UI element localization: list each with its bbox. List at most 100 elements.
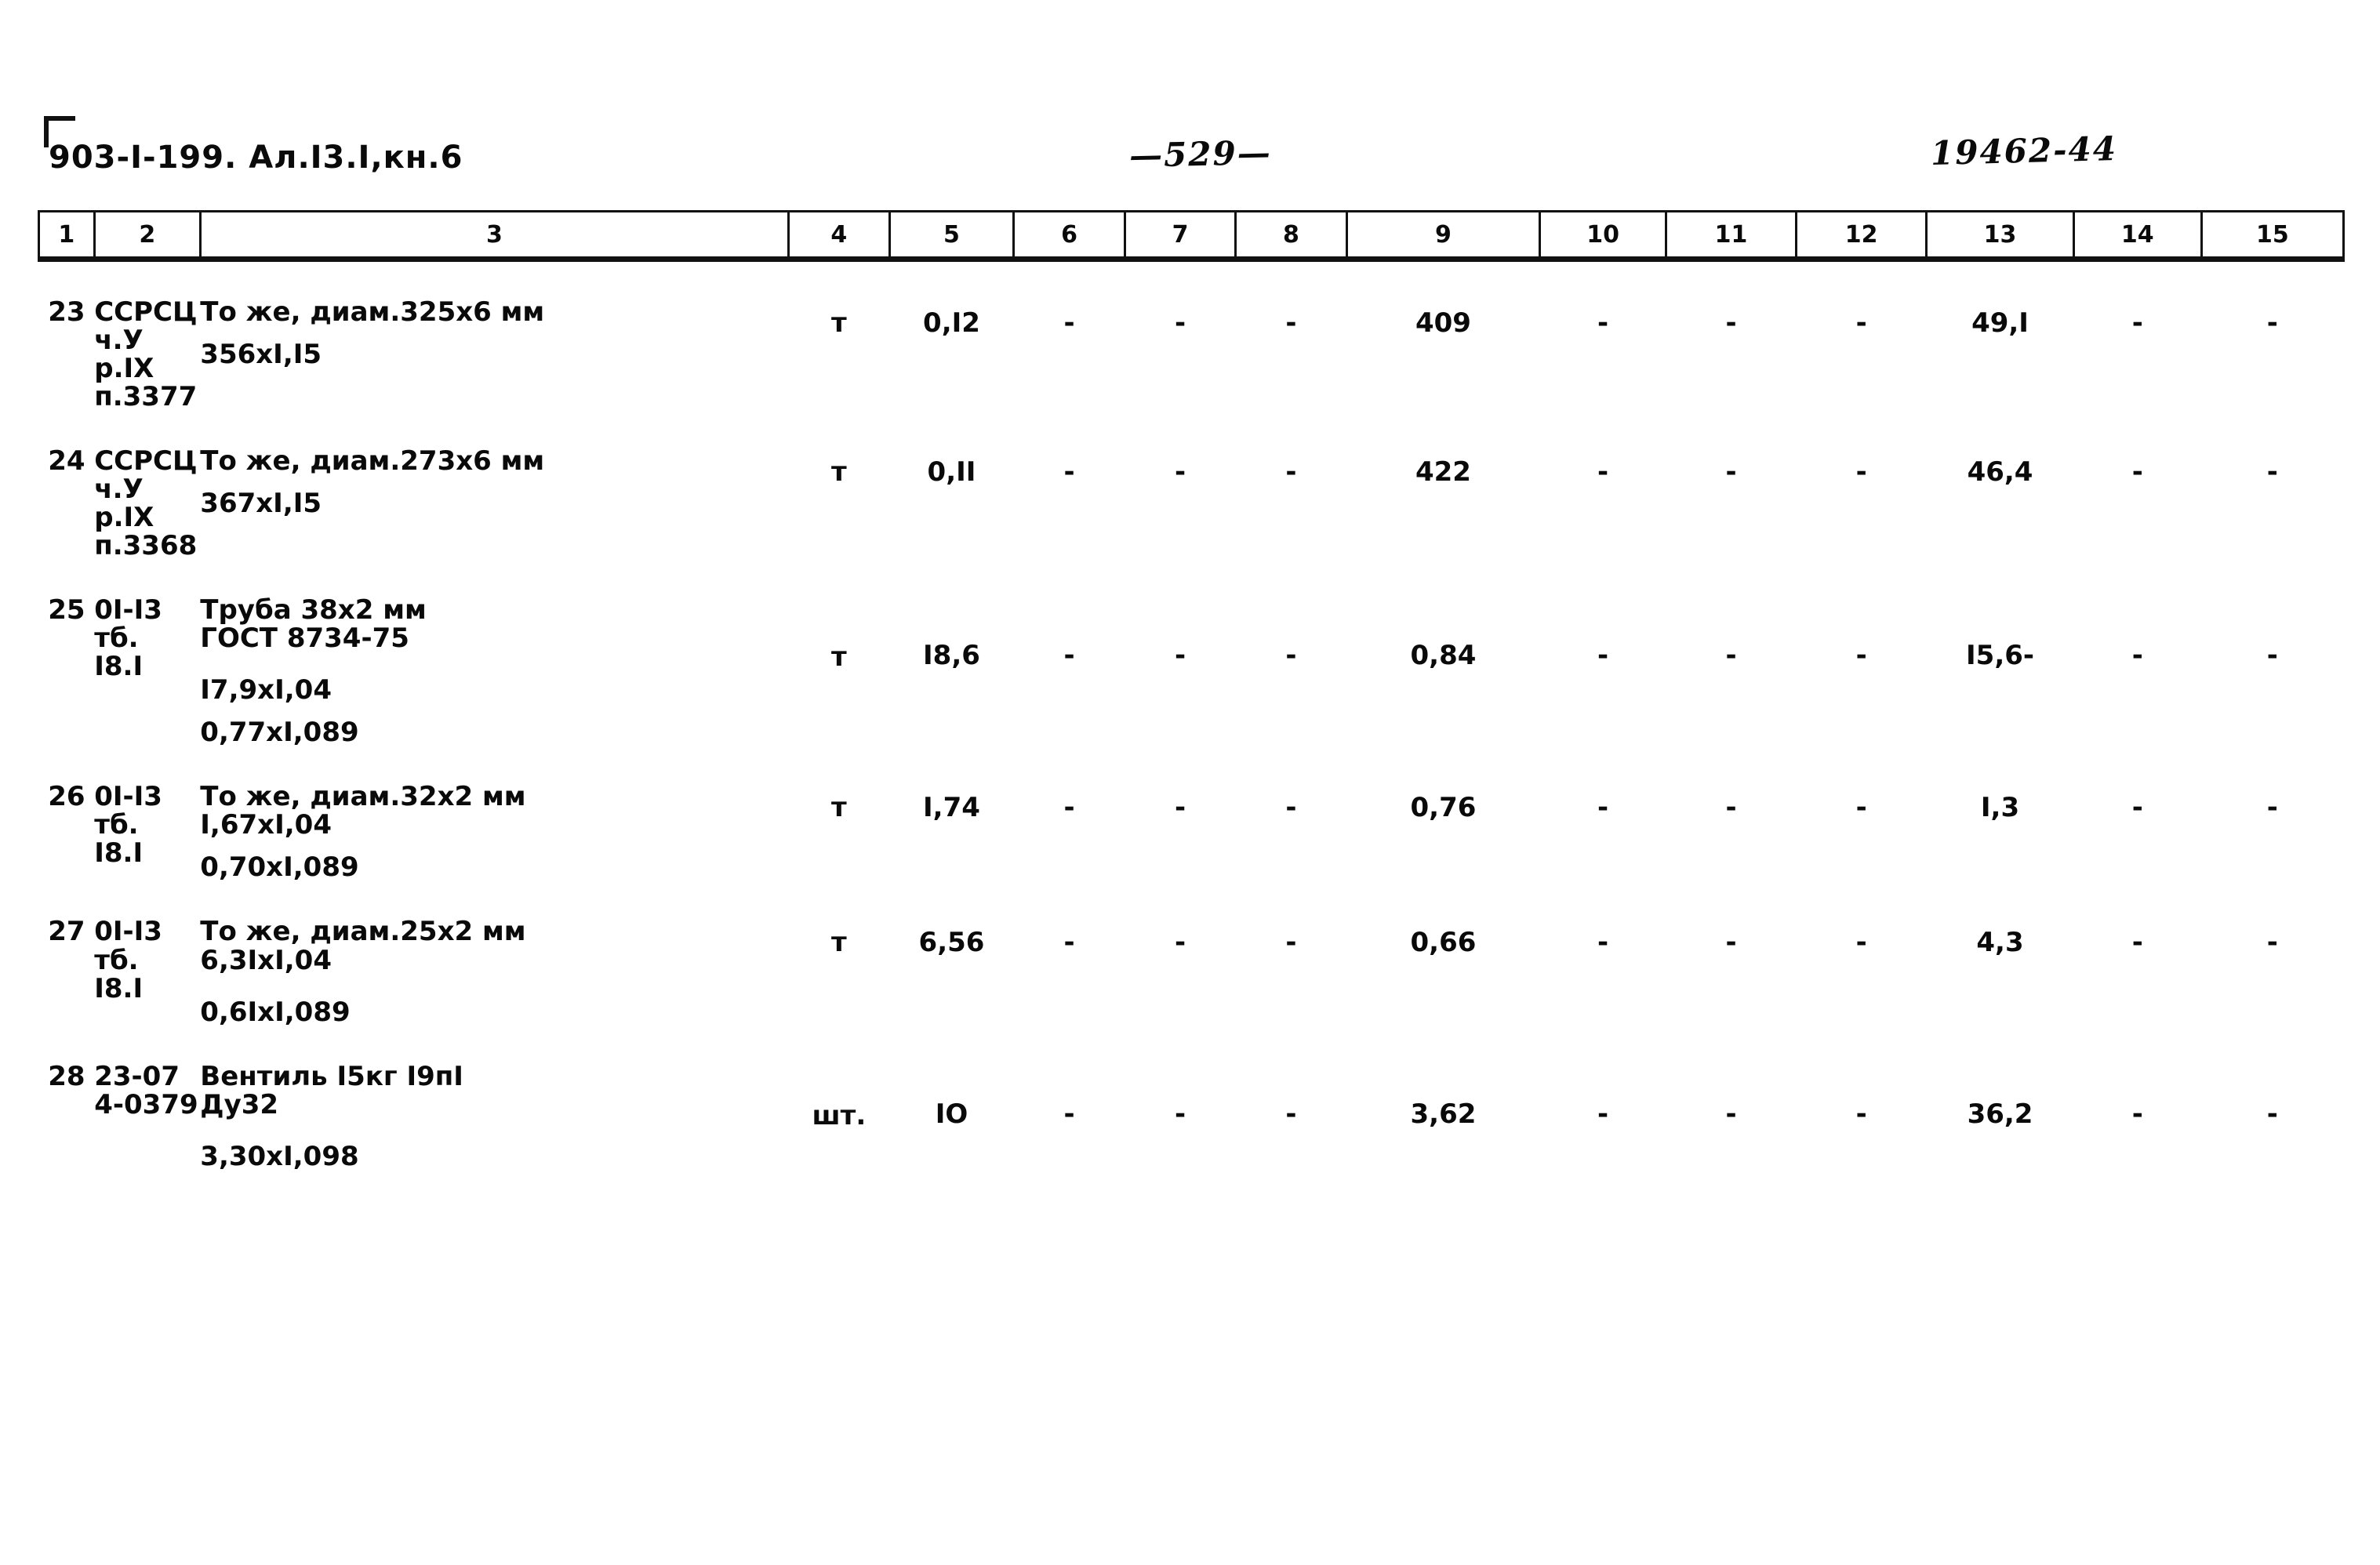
column-header-2: 2 bbox=[93, 210, 202, 262]
row-unit: т bbox=[831, 307, 847, 339]
row-value-7: - bbox=[1174, 640, 1186, 672]
code-line: тб. bbox=[94, 623, 139, 655]
row-value-13: 4,3 bbox=[1976, 927, 2024, 959]
code-line: тб. bbox=[94, 944, 139, 976]
row-unit: т bbox=[831, 456, 847, 488]
row-value-12: - bbox=[1855, 792, 1867, 824]
row-value-8: - bbox=[1285, 1098, 1297, 1130]
row-value-9: 0,84 bbox=[1410, 640, 1477, 672]
table-row: 25 0I-I3 тб. I8.I Труба 38х2 мм ГОСТ 873… bbox=[39, 596, 2344, 746]
description-line: ГОСТ 8734-75 bbox=[200, 623, 409, 655]
description-line: То же, диам.273х6 мм bbox=[200, 445, 545, 477]
row-value-7: - bbox=[1174, 1098, 1186, 1130]
row-value-5: 0,I2 bbox=[923, 307, 980, 339]
description-line: 3,30хI,098 bbox=[200, 1140, 359, 1172]
row-value-6: - bbox=[1063, 307, 1075, 339]
row-value-8: - bbox=[1285, 456, 1297, 488]
description-line: 0,6IхI,089 bbox=[200, 996, 351, 1028]
row-value-10: - bbox=[1597, 1098, 1609, 1130]
row-description: Труба 38х2 мм ГОСТ 8734-75 I7,9хI,04 0,7… bbox=[200, 596, 788, 746]
row-description: Вентиль I5кг I9пI Ду32 3,30хI,098 bbox=[200, 1062, 788, 1171]
page-number: —529— bbox=[1128, 133, 1273, 175]
table-row: 28 23-07 4-0379 Вентиль I5кг I9пI Ду32 3… bbox=[39, 1062, 2344, 1171]
row-unit: т bbox=[831, 641, 847, 674]
row-value-13: 46,4 bbox=[1967, 456, 2033, 488]
code-line: ССРСЦ bbox=[94, 296, 198, 328]
code-line: 4-0379 bbox=[94, 1088, 198, 1120]
row-number: 24 bbox=[48, 445, 85, 477]
row-value-11: - bbox=[1725, 1098, 1737, 1130]
column-header-9: 9 bbox=[1345, 210, 1542, 262]
row-code: 23-07 4-0379 bbox=[94, 1062, 200, 1171]
row-code: 0I-I3 тб. I8.I bbox=[94, 782, 200, 881]
row-value-9: 0,76 bbox=[1410, 792, 1477, 824]
code-line: ч.У bbox=[94, 325, 144, 357]
row-number: 25 bbox=[48, 594, 85, 626]
table-row: 24 ССРСЦ ч.У р.IX п.3368 То же, диам.273… bbox=[39, 447, 2344, 560]
row-value-6: - bbox=[1063, 456, 1075, 488]
code-line: ССРСЦ bbox=[94, 445, 198, 477]
row-value-15: - bbox=[2266, 792, 2278, 824]
row-description: То же, диам.325х6 мм 356хI,I5 bbox=[200, 298, 788, 411]
column-header-6: 6 bbox=[1012, 210, 1126, 262]
table-body: 23 ССРСЦ ч.У р.IX п.3377 То же, диам.325… bbox=[39, 260, 2344, 1171]
row-description: То же, диам.32х2 мм I,67хI,04 0,70хI,089 bbox=[200, 782, 788, 881]
column-header-10: 10 bbox=[1539, 210, 1667, 262]
code-line: I8.I bbox=[94, 972, 144, 1004]
row-value-6: - bbox=[1063, 640, 1075, 672]
row-value-14: - bbox=[2131, 640, 2143, 672]
table-row: 26 0I-I3 тб. I8.I То же, диам.32х2 мм I,… bbox=[39, 782, 2344, 881]
code-line: п.3377 bbox=[94, 381, 198, 413]
description-line: I,67хI,04 bbox=[200, 809, 332, 841]
archive-code: 19462-44 bbox=[1930, 129, 2118, 173]
table: 1 2 3 4 5 6 7 8 9 10 11 12 13 14 15 23 С… bbox=[38, 210, 2345, 1171]
row-value-15: - bbox=[2266, 307, 2278, 339]
description-line: 6,3IхI,04 bbox=[200, 944, 332, 976]
row-value-12: - bbox=[1855, 640, 1867, 672]
code-line: тб. bbox=[94, 809, 139, 841]
spacer bbox=[39, 1026, 2344, 1062]
row-description: То же, диам.273х6 мм 367хI,I5 bbox=[200, 447, 788, 560]
code-line: 0I-I3 bbox=[94, 781, 162, 813]
column-header-4: 4 bbox=[787, 210, 891, 262]
code-line: р.IX bbox=[94, 502, 154, 534]
description-line: То же, диам.25х2 мм bbox=[200, 916, 526, 948]
column-header-5: 5 bbox=[888, 210, 1016, 262]
row-value-7: - bbox=[1174, 307, 1186, 339]
description-line: Ду32 bbox=[200, 1088, 279, 1120]
column-header-12: 12 bbox=[1795, 210, 1928, 262]
code-line: р.IX bbox=[94, 353, 154, 385]
row-value-7: - bbox=[1174, 456, 1186, 488]
description-line: I7,9хI,04 bbox=[200, 674, 332, 706]
code-line: 23-07 bbox=[94, 1060, 180, 1092]
row-description: То же, диам.25х2 мм 6,3IхI,04 0,6IхI,089 bbox=[200, 917, 788, 1026]
scanned-document-page: 903-I-199. Ал.I3.I,кн.6 —529— 19462-44 1… bbox=[0, 0, 2380, 1565]
row-number: 27 bbox=[48, 916, 85, 948]
row-value-6: - bbox=[1063, 792, 1075, 824]
row-value-13: I,3 bbox=[1980, 792, 2020, 824]
row-value-15: - bbox=[2266, 456, 2278, 488]
row-value-5: 0,II bbox=[927, 456, 976, 488]
row-number: 26 bbox=[48, 781, 85, 813]
column-header-11: 11 bbox=[1664, 210, 1798, 262]
spacer-cell bbox=[39, 1026, 2344, 1062]
column-number-row: 1 2 3 4 5 6 7 8 9 10 11 12 13 14 15 bbox=[38, 210, 2345, 262]
row-value-8: - bbox=[1285, 640, 1297, 672]
row-unit: т bbox=[831, 792, 847, 824]
row-value-8: - bbox=[1285, 792, 1297, 824]
row-value-11: - bbox=[1725, 640, 1737, 672]
column-header-13: 13 bbox=[1925, 210, 2075, 262]
row-value-12: - bbox=[1855, 307, 1867, 339]
row-code: ССРСЦ ч.У р.IX п.3377 bbox=[94, 298, 200, 411]
row-value-9: 409 bbox=[1415, 307, 1471, 339]
row-value-8: - bbox=[1285, 927, 1297, 959]
code-line: п.3368 bbox=[94, 530, 198, 562]
row-value-9: 3,62 bbox=[1410, 1098, 1477, 1130]
row-value-13: I5,6- bbox=[1966, 640, 2035, 672]
row-value-9: 0,66 bbox=[1410, 927, 1477, 959]
row-value-14: - bbox=[2131, 927, 2143, 959]
row-unit: шт. bbox=[812, 1099, 867, 1131]
row-value-13: 36,2 bbox=[1967, 1098, 2033, 1130]
